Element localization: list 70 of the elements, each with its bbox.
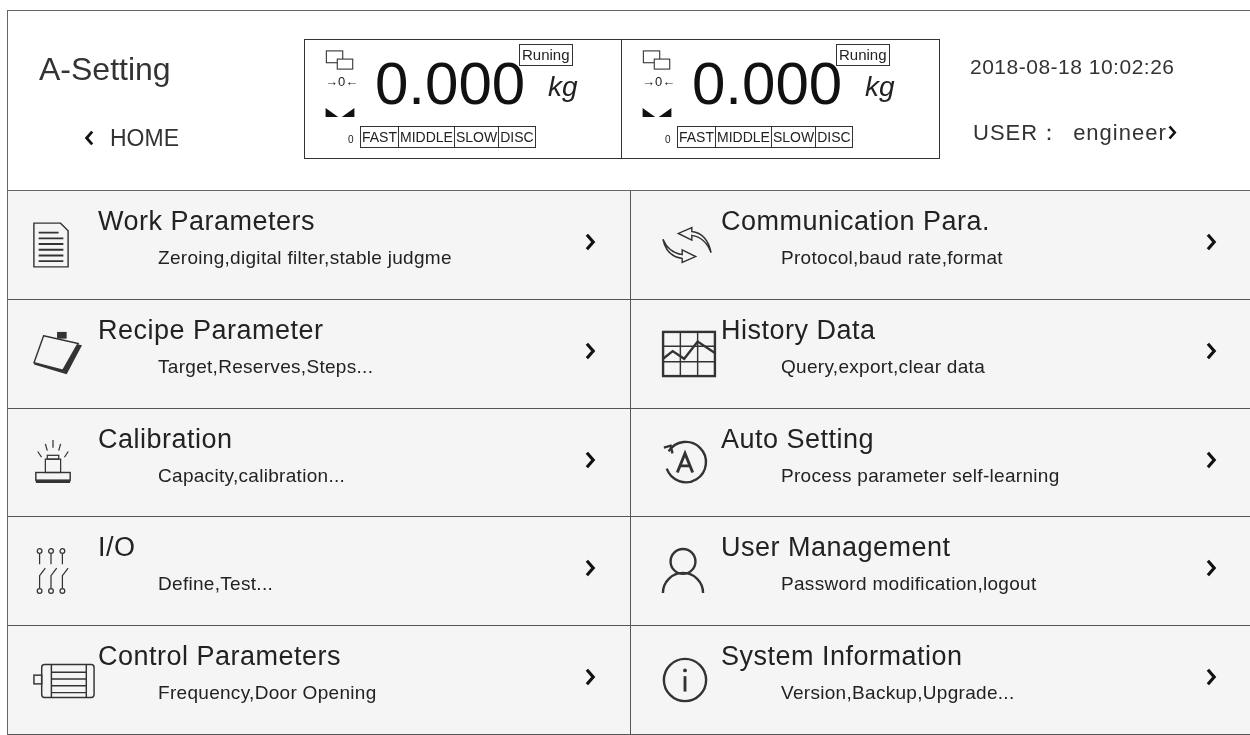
chevron-icon [585,341,596,360]
chevron-icon [585,233,596,251]
menu-item-title: I/O [98,531,137,564]
chevron-icon [585,450,596,469]
stage-indicator: DISC [815,127,852,147]
weight-unit: kg [548,72,578,102]
chevron-icon [1167,125,1177,140]
menu-item[interactable]: Calibration Capacity,calibration... [8,408,631,518]
menu-item-subtitle: Target,Reserves,Steps... [158,355,374,378]
user-label: USER： [973,120,1062,145]
zero-indicator: →0← [325,75,359,88]
chevron-icon [1206,450,1217,469]
menu-item-subtitle: Process parameter self-learning [781,464,1060,487]
menu-item-subtitle: Query,export,clear data [781,355,986,378]
chevron-icon [585,559,596,578]
weight-unit: kg [865,72,895,102]
chevron-icon [1206,668,1217,687]
menu-item[interactable]: Recipe Parameter Target,Reserves,Steps... [8,299,631,409]
menu-item-title: Auto Setting [721,422,876,455]
menu-item-subtitle: Protocol,baud rate,format [781,247,1003,269]
menu-item-title: System Information [721,640,964,673]
chevron-icon [1206,341,1217,360]
user-button[interactable]: engineer [1073,120,1177,145]
menu-item[interactable]: Work Parameters Zeroing,digital filter,stable judgme [8,191,631,300]
chevron-icon [1206,233,1217,251]
chevron-icon [585,668,596,687]
menu-item-title: Work Parameters [98,205,317,237]
menu-item[interactable]: Auto Setting Process parameter self-learning [631,408,1250,518]
stage-indicator: SLOW [453,127,499,147]
stable-indicator-icon [642,108,672,117]
stage-indicator: DISC [498,127,535,147]
menu-item-subtitle: Define,Test... [158,573,274,596]
menu-item-title: History Data [721,313,877,346]
menu-item[interactable]: Control Parameters Frequency,Door Opening [8,626,631,735]
chart-grid-icon [661,329,717,378]
chevron-icon [1206,559,1217,578]
back-chevron-icon [84,129,94,146]
menu-item[interactable]: I/O Define,Test... [8,517,631,627]
menu-item-title: Calibration [98,422,234,455]
user-icon [661,547,705,596]
zero-indicator: →0← [642,75,676,88]
stable-indicator-icon [325,108,355,117]
menu-item[interactable]: History Data Query,export,clear data [631,299,1250,409]
menu-item-title: Communication Para. [721,205,992,237]
monitors-icon [325,50,355,70]
page-title: A-Setting [39,50,172,87]
sync-arrows-icon [661,224,713,265]
menu-item-title: User Management [721,531,952,564]
menu-item[interactable]: User Management Password modification,logout [631,517,1250,627]
stage-indicator: FAST [678,128,715,147]
document-icon [32,220,70,269]
stage-indicator: MIDDLE [398,127,454,147]
stage-indicator: FAST [361,128,398,147]
home-button[interactable]: HOME [84,124,179,151]
datetime: 2018-08-18 10:02:26 [970,54,1175,79]
stage-indicator: MIDDLE [715,127,771,147]
menu-item[interactable]: Communication Para. Protocol,baud rate,format [631,191,1250,300]
info-icon [661,656,709,705]
scale-index: 0 [665,135,671,145]
menu-item-subtitle: Password modification,logout [781,573,1037,596]
monitors-icon [642,50,672,70]
menu-item-title: Recipe Parameter [98,313,325,346]
menu-item-title: Control Parameters [98,640,343,673]
menu-item-subtitle: Frequency,Door Opening [158,682,377,705]
menu-item-subtitle: Zeroing,digital filter,stable judgme [158,247,452,269]
menu-item-subtitle: Version,Backup,Upgrade... [781,682,1015,705]
scale-index: 0 [348,135,354,145]
menu-item[interactable]: System Information Version,Backup,Upgrade... [631,626,1250,735]
stage-indicator: SLOW [770,127,816,147]
menu-item-subtitle: Capacity,calibration... [158,464,346,487]
